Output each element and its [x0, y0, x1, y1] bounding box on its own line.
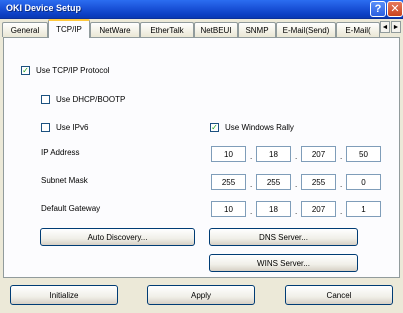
default-gateway-octet-2[interactable]: 18	[256, 201, 291, 217]
ip-separator: .	[250, 180, 253, 189]
default-gateway-octet-3[interactable]: 207	[301, 201, 336, 217]
use-dhcp-label: Use DHCP/BOOTP	[56, 95, 126, 104]
ip-address-label: IP Address	[41, 148, 80, 157]
subnet-mask-octet-1[interactable]: 255	[211, 174, 246, 190]
title-bar[interactable]: OKI Device Setup ? ✕	[0, 0, 403, 19]
default-gateway-octet-4[interactable]: 1	[346, 201, 381, 217]
subnet-mask-octet-2[interactable]: 255	[256, 174, 291, 190]
initialize-button[interactable]: Initialize	[10, 285, 118, 305]
tcpip-panel: ✓ Use TCP/IP Protocol Use DHCP/BOOTP Use…	[3, 37, 400, 278]
ip-address-octet-2[interactable]: 18	[256, 146, 291, 162]
wins-server-button[interactable]: WINS Server...	[209, 254, 358, 272]
ip-separator: .	[295, 207, 298, 216]
tab-email-send[interactable]: E-Mail(Send)	[276, 22, 336, 37]
tab-tcpip[interactable]: TCP/IP	[48, 19, 90, 38]
help-icon[interactable]: ?	[370, 1, 386, 17]
auto-discovery-button[interactable]: Auto Discovery...	[40, 228, 195, 246]
ip-separator: .	[340, 152, 343, 161]
ip-address-octet-4[interactable]: 50	[346, 146, 381, 162]
ip-address-octet-1[interactable]: 10	[211, 146, 246, 162]
use-windows-rally-checkbox[interactable]: ✓ Use Windows Rally	[210, 123, 294, 132]
tab-ethertalk[interactable]: EtherTalk	[140, 22, 194, 37]
default-gateway-octet-1[interactable]: 10	[211, 201, 246, 217]
tab-netbeui[interactable]: NetBEUI	[194, 22, 238, 37]
subnet-mask-octet-4[interactable]: 0	[346, 174, 381, 190]
tab-email-receive[interactable]: E-Mail(	[336, 22, 380, 37]
ip-separator: .	[340, 207, 343, 216]
dns-server-button[interactable]: DNS Server...	[209, 228, 358, 246]
window-title: OKI Device Setup	[6, 3, 82, 13]
check-icon[interactable]: ✓	[210, 123, 219, 132]
default-gateway-label: Default Gateway	[41, 204, 101, 213]
ip-separator: .	[340, 180, 343, 189]
tab-netware[interactable]: NetWare	[90, 22, 140, 37]
subnet-mask-label: Subnet Mask	[41, 176, 88, 185]
use-dhcp-checkbox[interactable]: Use DHCP/BOOTP	[41, 95, 125, 104]
ip-address-octet-3[interactable]: 207	[301, 146, 336, 162]
apply-button[interactable]: Apply	[147, 285, 255, 305]
use-ipv6-label: Use IPv6	[56, 123, 89, 132]
ip-separator: .	[295, 180, 298, 189]
tab-strip: General TCP/IP NetWare EtherTalk NetBEUI…	[0, 19, 403, 38]
check-icon[interactable]: ✓	[21, 66, 30, 75]
use-tcpip-checkbox[interactable]: ✓ Use TCP/IP Protocol	[21, 66, 110, 75]
ip-separator: .	[250, 152, 253, 161]
checkbox-box[interactable]	[41, 123, 50, 132]
use-tcpip-label: Use TCP/IP Protocol	[36, 66, 110, 75]
cancel-button[interactable]: Cancel	[285, 285, 393, 305]
dialog-window: OKI Device Setup ? ✕ General TCP/IP NetW…	[0, 0, 403, 313]
subnet-mask-octet-3[interactable]: 255	[301, 174, 336, 190]
use-windows-rally-label: Use Windows Rally	[225, 123, 294, 132]
ip-separator: .	[295, 152, 298, 161]
ip-separator: .	[250, 207, 253, 216]
tab-general[interactable]: General	[2, 22, 48, 37]
close-icon[interactable]: ✕	[387, 1, 403, 17]
checkbox-box[interactable]	[41, 95, 50, 104]
tab-snmp[interactable]: SNMP	[238, 22, 276, 37]
chevron-left-icon[interactable]: ◄	[380, 21, 390, 33]
use-ipv6-checkbox[interactable]: Use IPv6	[41, 123, 88, 132]
chevron-right-icon[interactable]: ►	[391, 21, 401, 33]
